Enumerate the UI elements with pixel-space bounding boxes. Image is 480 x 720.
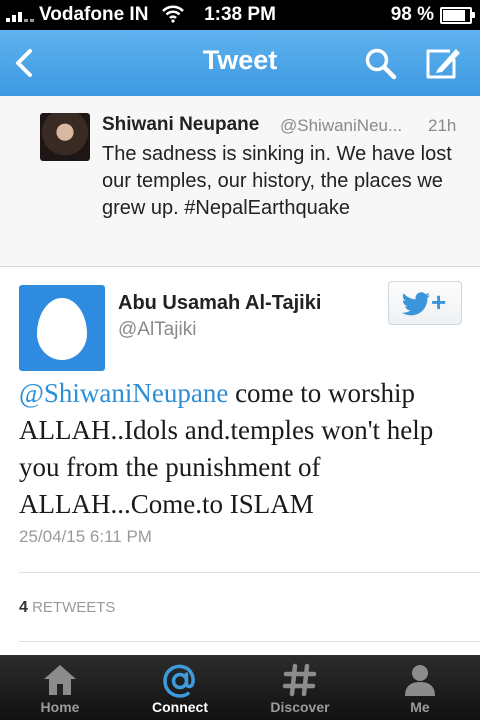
- retweet-count: 4: [19, 599, 28, 616]
- retweet-label: RETWEETS: [32, 599, 116, 616]
- follow-button[interactable]: +: [388, 281, 462, 325]
- retweets-link[interactable]: 4 RETWEETS: [19, 599, 115, 617]
- parent-tweet[interactable]: Shiwani Neupane @ShiwaniNeu... 21h The s…: [0, 96, 480, 267]
- battery-percent: 98 %: [390, 4, 434, 25]
- twitter-bird-icon: [402, 292, 430, 316]
- tab-home[interactable]: Home: [0, 655, 120, 720]
- tab-label: Discover: [270, 699, 330, 715]
- page-title: Tweet: [202, 45, 278, 75]
- main-tweet: Abu Usamah Al-Tajiki @AlTajiki + @Shiwan…: [0, 267, 480, 655]
- tweet-timestamp: 25/04/15 6:11 PM: [19, 527, 152, 546]
- avatar[interactable]: [40, 113, 90, 161]
- home-icon: [44, 665, 76, 695]
- tab-label: Me: [410, 699, 430, 715]
- parent-tweet-text: The sadness is sinking in. We have lost …: [102, 143, 452, 219]
- status-bar: Vodafone IN 1:38 PM 98 %: [0, 0, 480, 30]
- tab-connect[interactable]: Connect: [120, 655, 240, 720]
- tab-discover[interactable]: Discover: [240, 655, 360, 720]
- parent-author-handle: @ShiwaniNeu...: [280, 116, 403, 135]
- follow-plus-label: +: [431, 287, 447, 317]
- battery-group: 98 %: [390, 4, 475, 26]
- author-handle[interactable]: @AlTajiki: [118, 319, 196, 341]
- parent-timestamp: 21h: [428, 116, 457, 135]
- search-icon[interactable]: [364, 47, 398, 81]
- tab-label: Home: [40, 699, 80, 715]
- compose-icon[interactable]: [422, 45, 462, 81]
- person-icon: [405, 665, 435, 696]
- default-egg-avatar-icon[interactable]: [19, 285, 105, 371]
- divider: [19, 641, 480, 642]
- mention-link[interactable]: @ShiwaniNeupane: [19, 378, 228, 408]
- tab-me[interactable]: Me: [360, 655, 480, 720]
- tab-label: Connect: [152, 699, 208, 715]
- tweet-text: @ShiwaniNeupane come to worship ALLAH..I…: [19, 375, 469, 523]
- navigation-bar: Tweet: [0, 30, 480, 97]
- hash-icon: [282, 663, 317, 697]
- tab-bar: Home Connect Discover Me: [0, 655, 480, 720]
- divider: [19, 572, 480, 573]
- at-icon: [163, 664, 195, 698]
- battery-icon: [440, 6, 475, 24]
- parent-author-name: Shiwani Neupane: [102, 114, 260, 135]
- author-name[interactable]: Abu Usamah Al-Tajiki: [118, 292, 321, 315]
